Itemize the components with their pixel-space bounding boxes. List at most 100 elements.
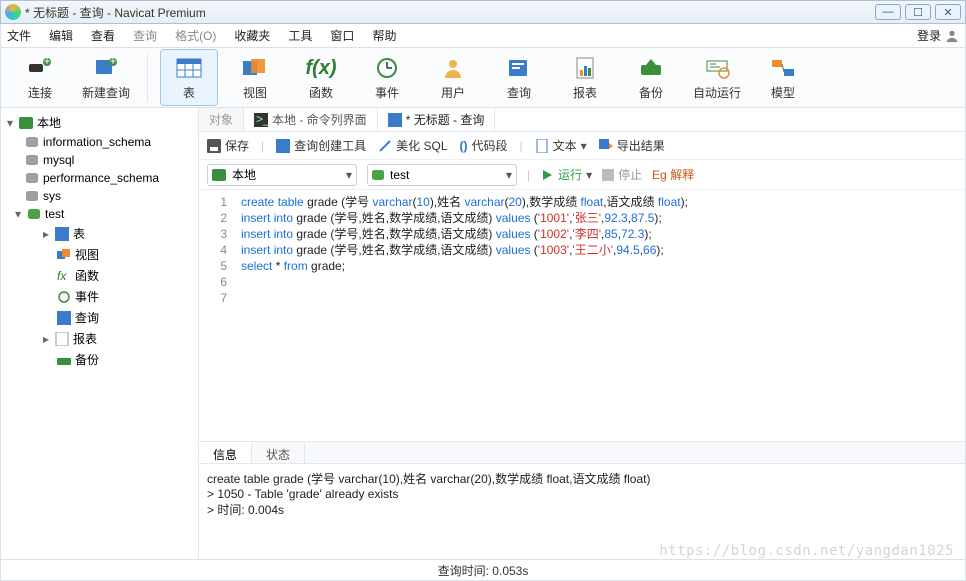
menu-file[interactable]: 文件 [7, 27, 31, 44]
beautify-button[interactable]: 美化 SQL [378, 137, 447, 154]
maximize-button[interactable]: ☐ [905, 4, 931, 20]
tab-untitled[interactable]: * 无标题 - 查询 [378, 108, 496, 131]
tool-auto[interactable]: 自动运行 [688, 50, 746, 105]
save-button[interactable]: 保存 [207, 137, 249, 154]
terminal-icon: >_ [254, 113, 268, 127]
menu-query[interactable]: 查询 [133, 27, 157, 44]
menu-fav[interactable]: 收藏夹 [234, 27, 270, 44]
tree-test-view[interactable]: 视图 [3, 244, 196, 265]
tool-user[interactable]: 用户 [424, 50, 482, 105]
tool-func[interactable]: f(x)函数 [292, 50, 350, 105]
titlebar: * 无标题 - 查询 - Navicat Premium — ☐ ✕ [0, 0, 966, 24]
tool-query[interactable]: 查询 [490, 50, 548, 105]
model-icon [770, 57, 796, 79]
tree-db-perf[interactable]: performance_schema [3, 169, 196, 187]
server-icon [212, 168, 226, 182]
menu-edit[interactable]: 编辑 [49, 27, 73, 44]
minimize-button[interactable]: — [875, 4, 901, 20]
user-icon [945, 29, 959, 43]
main-toolbar: +连接 +新建查询 表 视图 f(x)函数 事件 用户 查询 报表 备份 自动运… [0, 48, 966, 108]
tool-event[interactable]: 事件 [358, 50, 416, 105]
export-icon [599, 139, 613, 153]
backup-icon [638, 57, 664, 79]
snippet-button[interactable]: ()代码段 [460, 137, 508, 154]
backup-icon [57, 353, 71, 367]
builder-button[interactable]: 查询创建工具 [276, 137, 366, 154]
tree-test-event[interactable]: 事件 [3, 286, 196, 307]
app-icon [5, 4, 21, 20]
tool-newquery[interactable]: +新建查询 [77, 50, 135, 105]
tool-model[interactable]: 模型 [754, 50, 812, 105]
tree-test-table[interactable]: ▸表 [3, 223, 196, 244]
fx-icon: f(x) [305, 57, 336, 80]
tool-view[interactable]: 视图 [226, 50, 284, 105]
stop-button: 停止 [602, 166, 642, 183]
svg-text:Eg: Eg [652, 168, 666, 182]
save-icon [207, 139, 221, 153]
doc-icon [535, 139, 549, 153]
menu-tools[interactable]: 工具 [288, 27, 312, 44]
server-dropdown[interactable]: 本地▾ [207, 164, 357, 186]
query-icon [506, 57, 532, 79]
tool-connect[interactable]: +连接 [11, 50, 69, 105]
login-label: 登录 [917, 27, 941, 44]
tree-test-query[interactable]: 查询 [3, 307, 196, 328]
table-icon [55, 227, 69, 241]
tree-db-info[interactable]: information_schema [3, 133, 196, 151]
menu-format[interactable]: 格式(O) [175, 27, 216, 44]
menu-help[interactable]: 帮助 [372, 27, 396, 44]
tree-test-report[interactable]: ▸报表 [3, 328, 196, 349]
login-area[interactable]: 登录 [917, 27, 959, 44]
wand-icon [378, 139, 392, 153]
plug-icon: + [25, 56, 55, 80]
person-icon [441, 56, 465, 80]
newquery-icon: + [91, 56, 121, 80]
line-gutter: 1234567 [199, 190, 235, 441]
table-icon [175, 57, 203, 79]
msg-tab-info[interactable]: 信息 [199, 442, 252, 463]
play-icon [540, 168, 554, 182]
tree-root[interactable]: ▾本地 [3, 112, 196, 133]
editor-tabs: 对象 >_本地 - 命令列界面 * 无标题 - 查询 [199, 108, 965, 132]
status-querytime: 查询时间: 0.053s [438, 562, 529, 579]
export-button[interactable]: 导出结果 [599, 137, 665, 154]
menu-view[interactable]: 查看 [91, 27, 115, 44]
tool-backup[interactable]: 备份 [622, 50, 680, 105]
tool-table[interactable]: 表 [160, 49, 218, 106]
tree-test-func[interactable]: fx函数 [3, 265, 196, 286]
run-button[interactable]: 运行▾ [540, 166, 592, 183]
window-title: * 无标题 - 查询 - Navicat Premium [25, 4, 206, 21]
code-area[interactable]: create table grade (学号 varchar(10),姓名 va… [235, 190, 965, 441]
db-dropdown[interactable]: test▾ [367, 164, 517, 186]
tool-report[interactable]: 报表 [556, 50, 614, 105]
server-icon [19, 117, 33, 129]
tree-db-sys[interactable]: sys [3, 187, 196, 205]
tab-cmdline[interactable]: >_本地 - 命令列界面 [244, 108, 378, 131]
menu-window[interactable]: 窗口 [330, 27, 354, 44]
explain-button[interactable]: Eg解释 [652, 166, 694, 183]
report-icon [574, 56, 596, 80]
message-body[interactable]: create table grade (学号 varchar(10),姓名 va… [199, 464, 965, 559]
auto-icon [704, 57, 730, 79]
view-icon [241, 57, 269, 79]
explain-icon: Eg [652, 168, 666, 182]
query-icon [388, 113, 402, 127]
view-icon [57, 248, 71, 262]
text-button[interactable]: 文本▾ [535, 137, 587, 154]
paren-icon: () [460, 139, 468, 153]
close-button[interactable]: ✕ [935, 4, 961, 20]
msg-tab-state[interactable]: 状态 [252, 442, 305, 463]
status-bar: 查询时间: 0.053s [0, 559, 966, 581]
query-toolbar: 保存 | 查询创建工具 美化 SQL ()代码段 | 文本▾ 导出结果 [199, 132, 965, 160]
stop-icon [602, 169, 614, 181]
tree-db-mysql[interactable]: mysql [3, 151, 196, 169]
message-panel: 信息 状态 create table grade (学号 varchar(10)… [199, 441, 965, 559]
tree-db-test[interactable]: ▾test [3, 205, 196, 223]
tab-objects[interactable]: 对象 [199, 108, 244, 131]
tree-test-backup[interactable]: 备份 [3, 349, 196, 370]
connection-tree[interactable]: ▾本地 information_schema mysql performance… [1, 108, 199, 559]
sql-editor[interactable]: 1234567 create table grade (学号 varchar(1… [199, 190, 965, 441]
clock-icon [57, 290, 71, 304]
menubar: 文件 编辑 查看 查询 格式(O) 收藏夹 工具 窗口 帮助 登录 [0, 24, 966, 48]
svg-text:+: + [43, 56, 50, 68]
